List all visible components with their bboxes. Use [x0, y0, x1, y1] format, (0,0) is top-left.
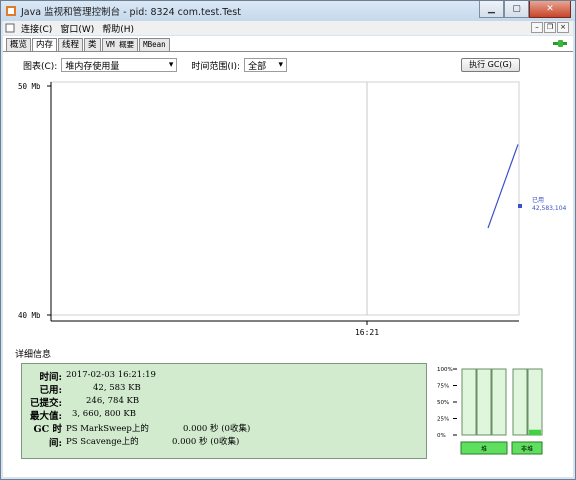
menu-help[interactable]: 帮助(H) — [98, 22, 138, 35]
details-panel: 时间: 2017-02-03 16:21:19 已用: 42, 583 KB 已… — [21, 363, 427, 459]
menu-bar: 连接(C) 窗口(W) 帮助(H) – ❐ × — [3, 21, 573, 35]
chart-controls: 图表(C): 堆内存使用量 ▾ 时间范围(I): 全部 ▾ — [23, 58, 288, 72]
memory-pool-bar[interactable] — [461, 368, 477, 436]
max-label: 最大值: — [29, 411, 62, 422]
gc-row-name: PS MarkSweep上的 — [66, 424, 149, 434]
series-marker — [518, 204, 522, 208]
gc-time-label: GC 时间: — [33, 424, 62, 449]
mdi-close-button[interactable]: × — [557, 22, 569, 33]
tab-strip: 概览 内存 线程 类 VM 概要 MBean — [6, 38, 171, 52]
perform-gc-button[interactable]: 执行 GC(G) — [461, 58, 520, 72]
committed-label: 已提交: — [29, 398, 62, 409]
used-label: 已用: — [39, 385, 62, 396]
gc-row-name: PS Scavenge上的 — [66, 437, 139, 447]
chart-selector-value: 堆内存使用量 — [65, 61, 120, 72]
pool-tick-label: 100% — [437, 367, 453, 373]
chevron-down-icon: ▾ — [168, 60, 174, 70]
connection-status-icon — [553, 40, 567, 47]
pool-tick-label: 75% — [437, 384, 449, 390]
time-range-value: 全部 — [248, 61, 267, 72]
tab-threads[interactable]: 线程 — [58, 38, 84, 51]
committed-value: 246, 784 KB — [86, 396, 140, 406]
memory-pool-bar-fill — [529, 429, 541, 435]
tab-overview[interactable]: 概览 — [6, 38, 32, 51]
used-value: 42, 583 KB — [93, 383, 141, 393]
series-value-label: 42,583,104 — [532, 205, 567, 212]
time-value: 2017-02-03 16:21:19 — [66, 370, 156, 380]
y-tick-label: 50 Mb — [18, 82, 41, 91]
gc-row-value: 0.000 秒 (0收集) — [172, 437, 240, 447]
plot-area — [50, 81, 520, 316]
main-window: Java 监视和管理控制台 - pid: 8324 com.test.Test … — [0, 0, 576, 480]
mdi-restore-button[interactable]: ❐ — [544, 22, 556, 33]
tab-divider — [3, 51, 573, 52]
document-icon — [5, 23, 15, 33]
time-range-label: 时间范围(I): — [191, 61, 241, 72]
pool-tick-label: 25% — [437, 417, 449, 423]
pool-tick-label: 0% — [437, 433, 446, 439]
memory-pool-bar[interactable] — [491, 368, 507, 436]
chevron-down-icon: ▾ — [278, 60, 284, 70]
chart-selector[interactable]: 堆内存使用量 ▾ — [61, 58, 178, 72]
details-label: 详细信息 — [15, 350, 52, 360]
x-tick-label: 16:21 — [355, 328, 379, 337]
chart-selector-label: 图表(C): — [23, 61, 58, 72]
memory-pool-bar[interactable] — [476, 368, 492, 436]
y-tick-label: 40 Mb — [18, 311, 41, 320]
pool-tick-label: 50% — [437, 400, 449, 406]
heap-memory-chart: 50 Mb 40 Mb 16:21 已用 42,583,104 — [18, 81, 567, 337]
gc-row-value: 0.000 秒 (0收集) — [183, 424, 251, 434]
minimize-button[interactable]: ▁ — [479, 1, 504, 18]
memory-pools-chart: 100% 75% 50% 25% 0% 堆 非堆 — [429, 363, 547, 459]
heap-label: 堆 — [481, 445, 487, 453]
menu-connection[interactable]: 连接(C) — [17, 22, 56, 35]
time-range-selector[interactable]: 全部 ▾ — [244, 58, 288, 72]
tab-memory[interactable]: 内存 — [32, 38, 58, 52]
tab-vm-summary[interactable]: VM 概要 — [101, 38, 139, 51]
max-value: 3, 660, 800 KB — [72, 409, 136, 419]
nonheap-label: 非堆 — [521, 445, 533, 453]
series-name-label: 已用 — [532, 197, 544, 204]
menu-window[interactable]: 窗口(W) — [56, 22, 98, 35]
close-button[interactable]: ✕ — [529, 1, 571, 18]
content-area: 概览 内存 线程 类 VM 概要 MBean 图表(C): 堆内存使用量 ▾ 时… — [3, 36, 573, 477]
memory-pool-bar[interactable] — [527, 368, 543, 436]
memory-pool-bar[interactable] — [512, 368, 528, 436]
java-app-icon — [6, 6, 16, 16]
title-bar: Java 监视和管理控制台 - pid: 8324 com.test.Test … — [1, 1, 575, 21]
mdi-minimize-button[interactable]: – — [531, 22, 543, 33]
maximize-button[interactable]: ▢ — [504, 1, 529, 18]
tab-classes[interactable]: 类 — [84, 38, 101, 51]
tab-mbean[interactable]: MBean — [139, 38, 170, 51]
time-label: 时间: — [39, 372, 62, 383]
window-title: Java 监视和管理控制台 - pid: 8324 com.test.Test — [21, 7, 241, 18]
